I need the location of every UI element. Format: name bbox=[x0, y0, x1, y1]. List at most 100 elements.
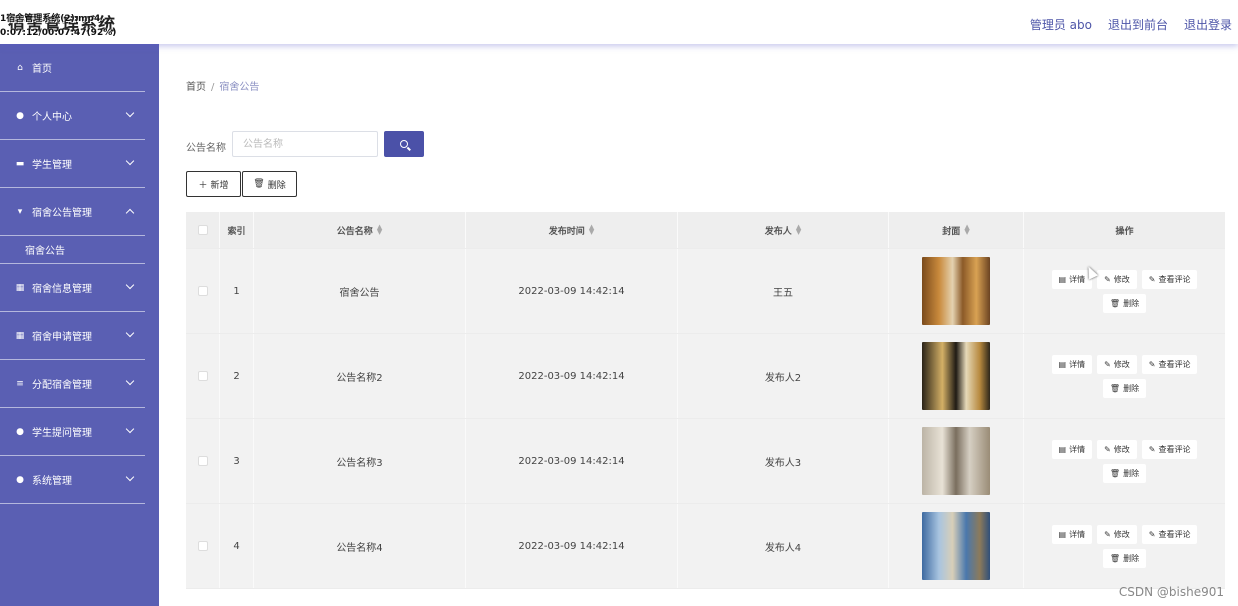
row-name: 公告名称2 bbox=[254, 334, 466, 418]
header-label: 公告名称 bbox=[336, 226, 373, 237]
sidebar-item-label: 学生管理 bbox=[32, 160, 72, 171]
sidebar-item-dorm-application-management[interactable]: ▦ 宿舍申请管理 bbox=[0, 312, 145, 360]
row-time: 2022-03-09 14:42:14 bbox=[466, 334, 678, 418]
row-index: 4 bbox=[220, 504, 254, 588]
table-row: 2 公告名称2 2022-03-09 14:42:14 发布人2 ▤ 详情 ✎ 修改… bbox=[186, 334, 1225, 419]
view-comments-button[interactable]: ✎ 查看评论 bbox=[1141, 524, 1198, 544]
sidebar-item-dorm-info-management[interactable]: ▦ 宿舍信息管理 bbox=[0, 264, 145, 312]
sidebar-item-label: 学生提问管理 bbox=[32, 428, 92, 439]
detail-button[interactable]: ▤ 详情 bbox=[1051, 439, 1093, 459]
trash-icon: 🗑 bbox=[1109, 383, 1121, 393]
header-links: 管理员 abo 退出到前台 退出登录 bbox=[1030, 16, 1232, 33]
chevron-down-icon bbox=[125, 472, 135, 482]
chevron-down-icon bbox=[125, 376, 135, 386]
edit-icon: ✎ bbox=[1148, 444, 1156, 454]
row-checkbox[interactable] bbox=[197, 541, 208, 551]
row-checkbox[interactable] bbox=[197, 286, 208, 296]
edit-button[interactable]: ✎ 修改 bbox=[1097, 524, 1137, 544]
cover-image[interactable] bbox=[922, 342, 990, 410]
sort-icon: ▲ ▼ bbox=[964, 223, 970, 236]
detail-icon: ▤ bbox=[1058, 274, 1067, 284]
row-delete-button[interactable]: 🗑 删除 bbox=[1102, 378, 1147, 398]
comments-label: 查看评论 bbox=[1158, 274, 1191, 284]
delete-button-label: 删除 bbox=[267, 180, 286, 191]
chevron-up-icon bbox=[125, 208, 135, 218]
row-cover-cell bbox=[889, 504, 1024, 588]
detail-label: 详情 bbox=[1069, 444, 1086, 454]
sidebar-item-personal-center[interactable]: ● 个人中心 bbox=[0, 92, 145, 140]
chat-icon: ▬ bbox=[15, 158, 25, 169]
sidebar-item-label: 首页 bbox=[32, 64, 52, 75]
chevron-down-icon bbox=[125, 108, 135, 118]
edit-button[interactable]: ✎ 修改 bbox=[1097, 269, 1137, 289]
table-header-row: 索引 公告名称 ▲ ▼ 发布时间 ▲ ▼ 发布人 ▲ ▼ 封面 ▲ ▼ 操作 bbox=[186, 212, 1225, 249]
trash-icon: 🗑 bbox=[1109, 468, 1121, 478]
search-button[interactable] bbox=[384, 131, 424, 157]
comments-label: 查看评论 bbox=[1158, 359, 1191, 369]
detail-button[interactable]: ▤ 详情 bbox=[1051, 524, 1093, 544]
search-label: 公告名称 bbox=[186, 143, 226, 154]
row-time: 2022-03-09 14:42:14 bbox=[466, 419, 678, 503]
sidebar-item-home[interactable]: ⌂ 首页 bbox=[0, 44, 145, 92]
admin-user-link[interactable]: 管理员 abo bbox=[1030, 16, 1092, 33]
breadcrumb-current: 宿舍公告 bbox=[219, 82, 260, 93]
edit-button[interactable]: ✎ 修改 bbox=[1097, 439, 1137, 459]
sidebar-item-label: 个人中心 bbox=[32, 112, 72, 123]
sidebar-item-dorm-assignment-management[interactable]: ≡ 分配宿舍管理 bbox=[0, 360, 145, 408]
list-icon: ≡ bbox=[16, 378, 24, 389]
table-row: 4 公告名称4 2022-03-09 14:42:14 发布人4 ▤ 详情 ✎ 修改… bbox=[186, 504, 1225, 589]
row-publisher: 发布人4 bbox=[678, 504, 889, 588]
sidebar-subitem-notice[interactable]: 宿舍公告 bbox=[0, 236, 145, 264]
row-index: 1 bbox=[220, 249, 254, 333]
sidebar-item-notice-management[interactable]: ▾ 宿舍公告管理 bbox=[0, 188, 145, 236]
sidebar-item-label: 宿舍申请管理 bbox=[32, 332, 92, 343]
edit-icon: ✎ bbox=[1104, 274, 1111, 284]
back-to-frontend-link[interactable]: 退出到前台 bbox=[1108, 16, 1168, 33]
bulk-delete-button[interactable]: 🗑 删除 bbox=[242, 171, 297, 197]
pin-icon: ● bbox=[16, 426, 24, 437]
row-delete-button[interactable]: 🗑 删除 bbox=[1102, 293, 1147, 313]
cover-image[interactable] bbox=[922, 257, 990, 325]
notice-table: 索引 公告名称 ▲ ▼ 发布时间 ▲ ▼ 发布人 ▲ ▼ 封面 ▲ ▼ 操作 1 宿舍公告 20… bbox=[186, 212, 1225, 589]
home-icon: ⌂ bbox=[17, 62, 23, 73]
sidebar-item-student-question-management[interactable]: ● 学生提问管理 bbox=[0, 408, 145, 456]
row-cover-cell bbox=[889, 334, 1024, 418]
header-time[interactable]: 发布时间 ▲ ▼ bbox=[466, 212, 678, 248]
row-checkbox[interactable] bbox=[197, 456, 208, 466]
breadcrumb-home[interactable]: 首页 bbox=[186, 82, 206, 93]
cover-image[interactable] bbox=[922, 427, 990, 495]
cover-image[interactable] bbox=[922, 512, 990, 580]
view-comments-button[interactable]: ✎ 查看评论 bbox=[1141, 269, 1198, 289]
search-input[interactable] bbox=[232, 131, 378, 157]
view-comments-button[interactable]: ✎ 查看评论 bbox=[1141, 439, 1198, 459]
row-publisher: 发布人3 bbox=[678, 419, 889, 503]
sidebar: ⌂ 首页 ● 个人中心 ▬ 学生管理 ▾ 宿舍公告管理 宿舍公告 ▦ 宿舍信息管… bbox=[0, 44, 159, 606]
logout-link[interactable]: 退出登录 bbox=[1184, 16, 1232, 33]
sidebar-item-student-management[interactable]: ▬ 学生管理 bbox=[0, 140, 145, 188]
edit-icon: ✎ bbox=[1104, 529, 1111, 539]
view-comments-button[interactable]: ✎ 查看评论 bbox=[1141, 354, 1198, 374]
comments-label: 查看评论 bbox=[1158, 444, 1191, 454]
header-select-cell bbox=[186, 212, 220, 248]
sort-icon: ▲ ▼ bbox=[795, 223, 802, 236]
row-delete-button[interactable]: 🗑 删除 bbox=[1102, 463, 1147, 483]
trash-icon: 🗑 bbox=[1109, 298, 1121, 308]
edit-label: 修改 bbox=[1113, 444, 1130, 454]
delete-label: 删除 bbox=[1123, 383, 1140, 393]
edit-label: 修改 bbox=[1113, 359, 1130, 369]
sidebar-item-system-management[interactable]: ● 系统管理 bbox=[0, 456, 145, 504]
row-select-cell bbox=[186, 419, 220, 503]
header-publisher[interactable]: 发布人 ▲ ▼ bbox=[678, 212, 889, 248]
edit-button[interactable]: ✎ 修改 bbox=[1097, 354, 1137, 374]
grid-icon: ▦ bbox=[15, 282, 25, 293]
add-button[interactable]: ＋ 新增 bbox=[186, 171, 241, 197]
row-delete-button[interactable]: 🗑 删除 bbox=[1102, 548, 1147, 568]
row-time: 2022-03-09 14:42:14 bbox=[466, 504, 678, 588]
detail-button[interactable]: ▤ 详情 bbox=[1051, 354, 1093, 374]
row-checkbox[interactable] bbox=[197, 371, 208, 381]
select-all-checkbox[interactable] bbox=[197, 225, 208, 235]
comments-label: 查看评论 bbox=[1158, 529, 1191, 539]
header-cover[interactable]: 封面 ▲ ▼ bbox=[889, 212, 1024, 248]
header-name[interactable]: 公告名称 ▲ ▼ bbox=[254, 212, 466, 248]
video-overlay-text: 1宿舍管理系统(2).mp4 0:07:12/00:07:47(92%) bbox=[0, 12, 116, 40]
